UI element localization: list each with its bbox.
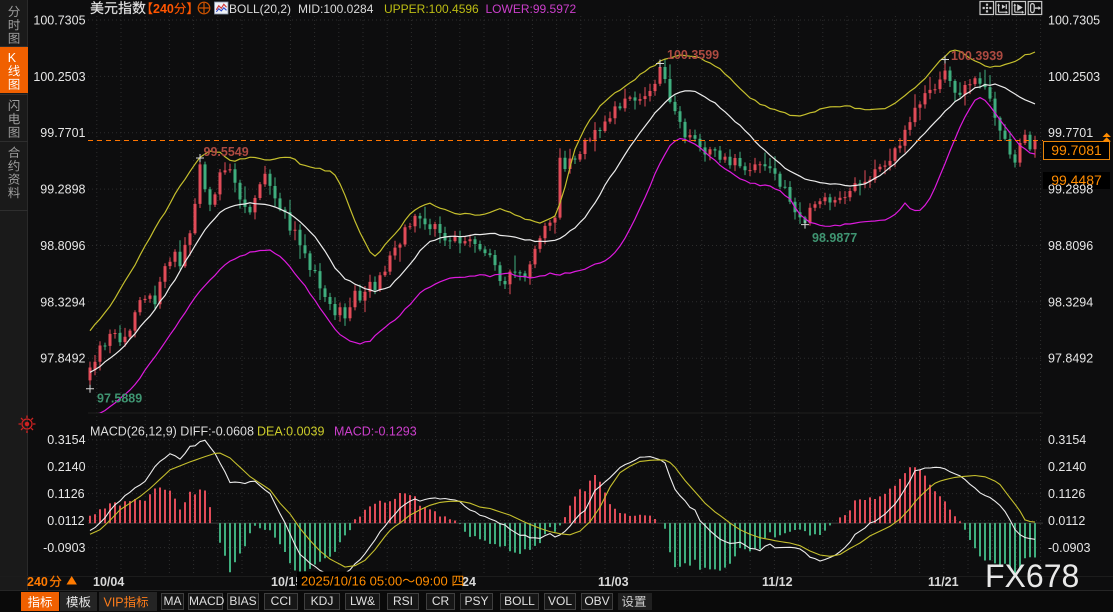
svg-text:VIP: VIP xyxy=(104,596,124,610)
svg-text:MACD(26,12,9) DIFF:-0.0608: MACD(26,12,9) DIFF:-0.0608 xyxy=(90,425,254,439)
svg-text:DEA:0.0039: DEA:0.0039 xyxy=(257,425,324,439)
svg-text:99.7701: 99.7701 xyxy=(1048,126,1093,140)
svg-text:100.7305: 100.7305 xyxy=(1048,14,1100,28)
svg-text:100.2503: 100.2503 xyxy=(1048,70,1100,84)
svg-text:0.1126: 0.1126 xyxy=(47,487,84,501)
svg-text:-0.0903: -0.0903 xyxy=(1048,541,1090,555)
svg-text:K: K xyxy=(8,51,17,65)
svg-text:24: 24 xyxy=(462,575,476,589)
svg-text:LOWER:99.5972: LOWER:99.5972 xyxy=(486,2,577,16)
svg-text:100.2503: 100.2503 xyxy=(33,70,85,84)
svg-text:10/04: 10/04 xyxy=(93,575,124,589)
svg-text:99.2898: 99.2898 xyxy=(40,183,85,197)
svg-text:99.5549: 99.5549 xyxy=(204,145,249,159)
svg-text:99.7701: 99.7701 xyxy=(40,126,85,140)
svg-text:100.7305: 100.7305 xyxy=(33,14,85,28)
svg-text:UPPER:100.4596: UPPER:100.4596 xyxy=(384,2,479,16)
svg-text:BOLL(20,2): BOLL(20,2) xyxy=(229,2,291,16)
svg-text:-0.0903: -0.0903 xyxy=(43,541,85,555)
svg-text:100.3599: 100.3599 xyxy=(667,48,719,62)
svg-text:11/12: 11/12 xyxy=(762,575,793,589)
svg-text:0.0112: 0.0112 xyxy=(1048,514,1085,528)
svg-text:97.8492: 97.8492 xyxy=(40,352,85,366)
svg-text:97.5889: 97.5889 xyxy=(97,392,142,406)
svg-text:100.3939: 100.3939 xyxy=(951,49,1003,63)
svg-text:2025/10/16 05:00: 2025/10/16 05:00 xyxy=(301,574,402,589)
svg-text:MID:100.0284: MID:100.0284 xyxy=(298,2,374,16)
svg-text:99.2898: 99.2898 xyxy=(1048,183,1093,197)
svg-text:FX678: FX678 xyxy=(985,558,1079,594)
svg-text:98.9877: 98.9877 xyxy=(812,231,857,245)
svg-text:0.2140: 0.2140 xyxy=(47,460,85,474)
svg-text:0.1126: 0.1126 xyxy=(1048,487,1085,501)
svg-text:11/21: 11/21 xyxy=(928,575,959,589)
svg-text:98.3294: 98.3294 xyxy=(40,295,85,309)
svg-text:240: 240 xyxy=(27,575,48,589)
svg-text:0.3154: 0.3154 xyxy=(1048,433,1086,447)
svg-text:97.8492: 97.8492 xyxy=(1048,352,1093,366)
svg-text:09:00: 09:00 xyxy=(415,574,448,589)
svg-text:0.0112: 0.0112 xyxy=(47,514,84,528)
svg-text:98.8096: 98.8096 xyxy=(1048,239,1093,253)
svg-text:98.3294: 98.3294 xyxy=(1048,295,1093,309)
svg-text:11/03: 11/03 xyxy=(598,575,629,589)
svg-text:240: 240 xyxy=(153,2,174,16)
svg-text:98.8096: 98.8096 xyxy=(40,239,85,253)
svg-text:0.3154: 0.3154 xyxy=(47,433,85,447)
svg-text:MACD:-0.1293: MACD:-0.1293 xyxy=(334,425,417,439)
svg-text:0.2140: 0.2140 xyxy=(1048,460,1086,474)
